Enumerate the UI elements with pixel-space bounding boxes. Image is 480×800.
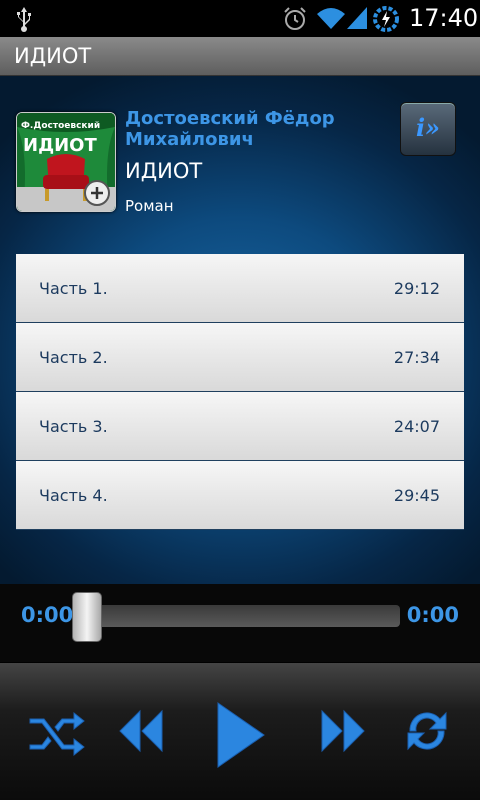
add-icon[interactable] — [83, 179, 111, 207]
track-name: Часть 4. — [39, 486, 108, 505]
status-time: 17:40 — [409, 4, 479, 32]
shuffle-icon[interactable] — [28, 707, 86, 757]
seek-track[interactable] — [78, 605, 400, 627]
track-item[interactable]: Часть 1. 29:12 — [16, 254, 464, 323]
repeat-icon[interactable] — [402, 705, 452, 757]
book-author: Достоевский Фёдор Михайлович — [125, 108, 335, 150]
elapsed-time: 0:00 — [21, 603, 74, 627]
fast-forward-icon[interactable] — [320, 709, 366, 753]
track-duration: 29:12 — [393, 279, 440, 298]
seek-thumb[interactable] — [72, 592, 102, 642]
wifi-icon — [317, 8, 345, 29]
track-name: Часть 3. — [39, 417, 108, 436]
cover-author: Ф.Достоевский — [21, 121, 101, 131]
battery-charging-icon — [373, 6, 399, 32]
track-duration: 24:07 — [393, 417, 440, 436]
info-button[interactable]: i» — [400, 102, 456, 156]
track-item[interactable]: Часть 2. 27:34 — [16, 323, 464, 392]
playback-controls — [0, 663, 480, 800]
track-name: Часть 1. — [39, 279, 108, 298]
book-title: ИДИОТ — [125, 159, 203, 183]
track-list: Часть 1. 29:12 Часть 2. 27:34 Часть 3. 2… — [16, 254, 464, 530]
page-title: ИДИОТ — [14, 44, 92, 68]
alarm-icon — [284, 7, 306, 30]
cover-title: ИДИОТ — [23, 135, 97, 156]
total-time: 0:00 — [406, 603, 459, 627]
book-cover[interactable]: Ф.Достоевский ИДИОТ — [16, 112, 116, 212]
seek-bar: 0:00 0:00 — [0, 584, 480, 662]
track-duration: 29:45 — [393, 486, 440, 505]
book-genre: Роман — [125, 197, 174, 215]
track-item[interactable]: Часть 3. 24:07 — [16, 392, 464, 461]
rewind-icon[interactable] — [118, 709, 164, 753]
book-details-panel: Ф.Достоевский ИДИОТ Достоевский Фёдор Ми… — [0, 76, 480, 584]
usb-icon — [17, 7, 31, 32]
play-icon[interactable] — [214, 701, 266, 769]
title-bar: ИДИОТ — [0, 37, 480, 76]
track-duration: 27:34 — [393, 348, 440, 367]
track-item[interactable]: Часть 4. 29:45 — [16, 461, 464, 530]
signal-icon — [347, 7, 367, 29]
info-icon: i» — [415, 113, 441, 142]
track-name: Часть 2. — [39, 348, 108, 367]
status-bar: 17:40 — [0, 0, 480, 37]
